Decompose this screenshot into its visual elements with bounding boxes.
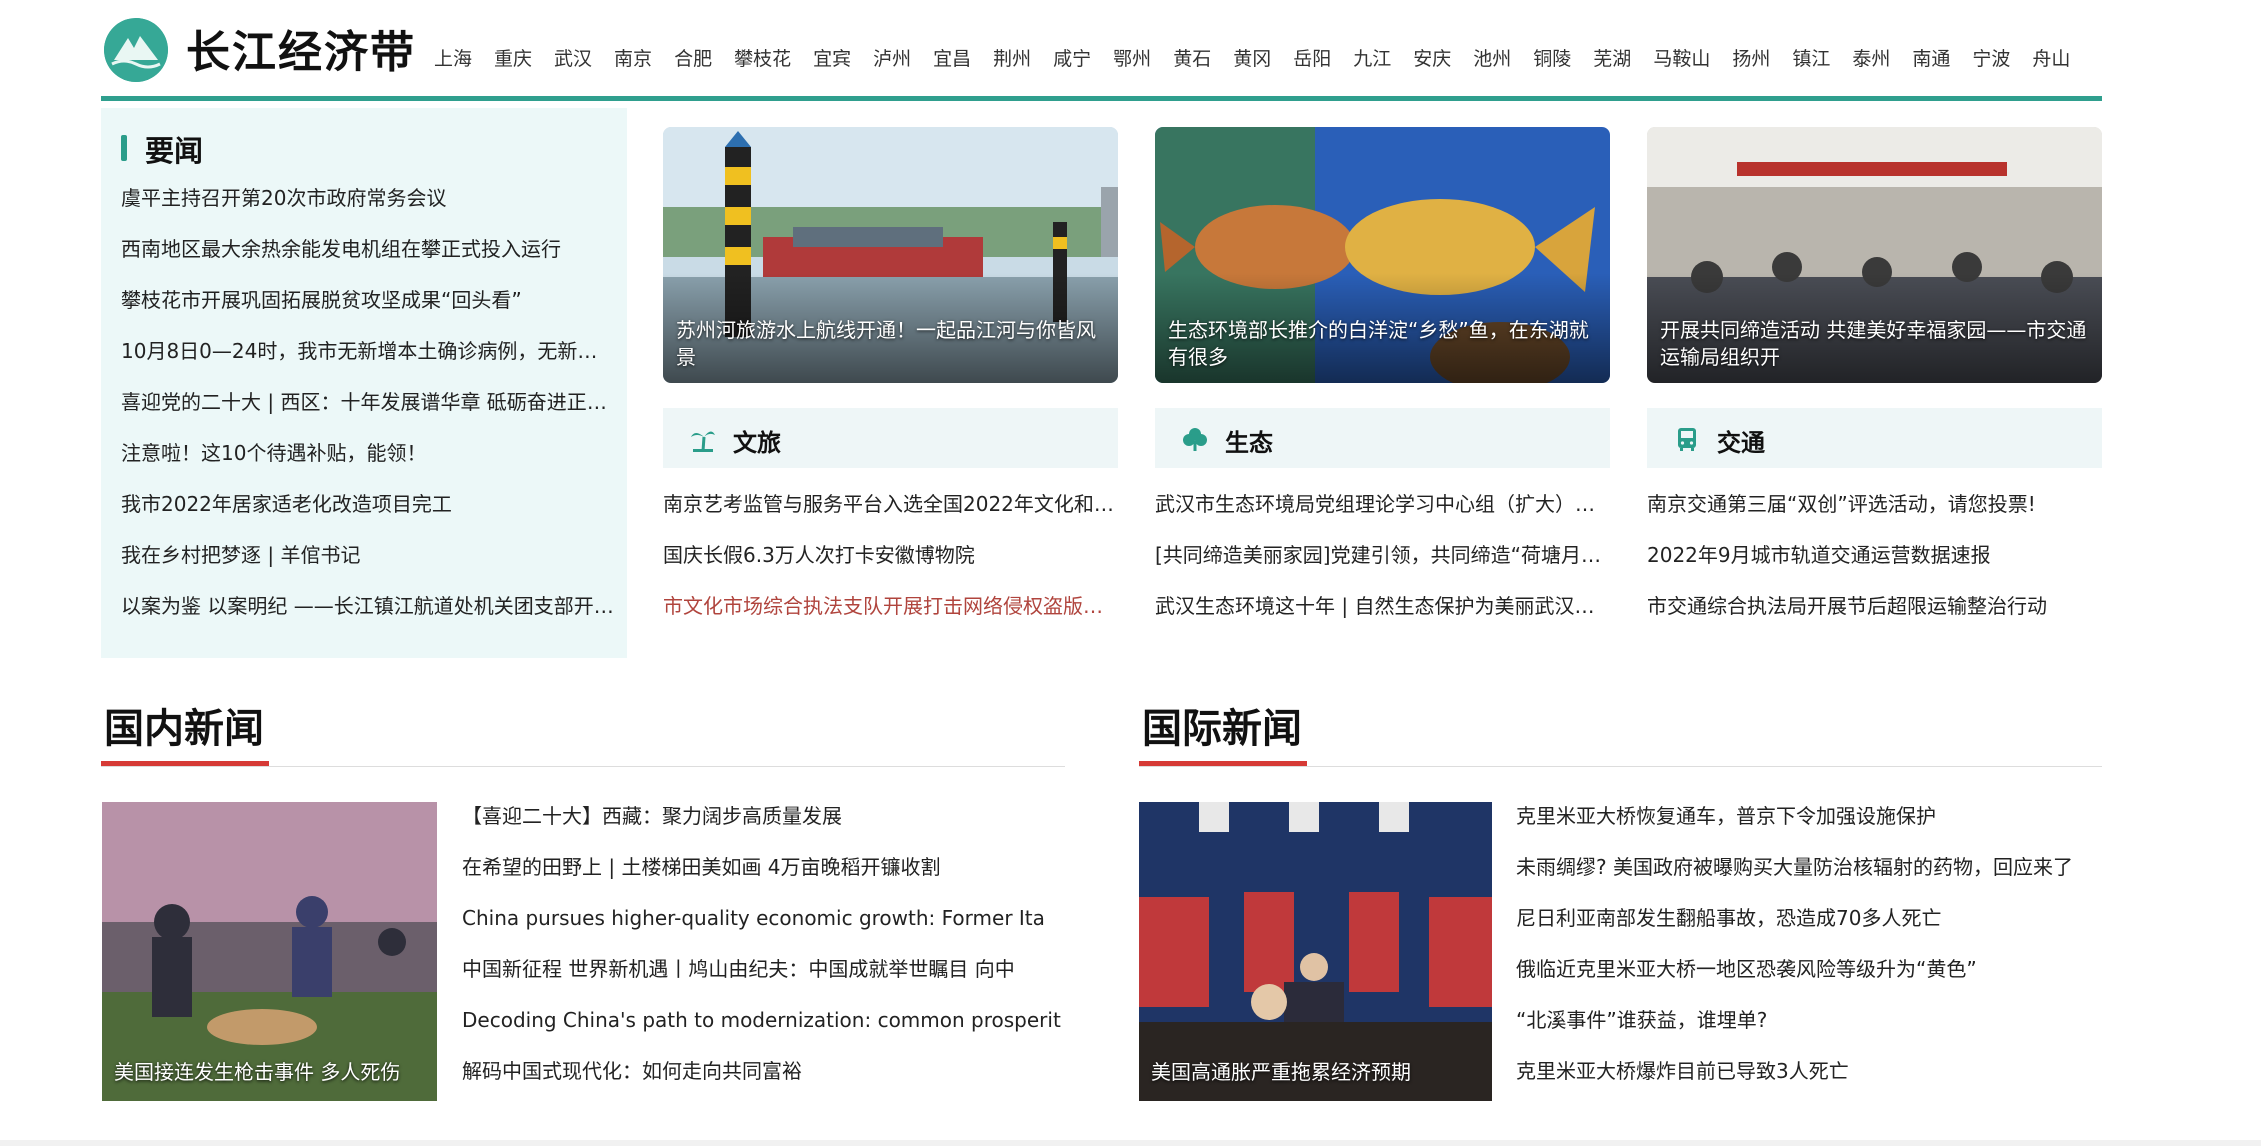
title-underline	[1139, 761, 1307, 766]
feature-caption[interactable]: 生态环境部长推介的白洋淀“乡愁”鱼，在东湖就有很多	[1168, 317, 1597, 371]
city-link[interactable]: 鄂州	[1113, 44, 1151, 71]
headline-item[interactable]: 攀枝花市开展巩固拓展脱贫攻坚成果“回头看”	[121, 286, 617, 337]
list-item[interactable]: 中国新征程 世界新机遇丨鸠山由纪夫：中国成就举世瞩目 向中	[462, 955, 1062, 1006]
site-title[interactable]: 长江经济带	[186, 16, 416, 80]
bus-icon	[1678, 428, 1696, 451]
city-link[interactable]: 镇江	[1792, 44, 1830, 71]
feature-caption[interactable]: 开展共同缔造活动 共建美好幸福家园——市交通运输局组织开	[1660, 317, 2089, 371]
city-link[interactable]: 泰州	[1852, 44, 1890, 71]
city-link[interactable]: 黄石	[1173, 44, 1211, 71]
city-link[interactable]: 重庆	[494, 44, 532, 71]
list-item[interactable]: 市交通综合执法局开展节后超限运输整治行动	[1647, 592, 2102, 643]
feature-caption[interactable]: 苏州河旅游水上航线开通！一起品江河与你皆风景	[676, 317, 1105, 371]
city-link[interactable]: 南通	[1912, 44, 1950, 71]
city-link[interactable]: 合肥	[674, 44, 712, 71]
header-divider	[101, 96, 2102, 101]
ecology-list: 武汉市生态环境局党组理论学习中心组（扩大）学习会 [共同缔造美丽家园]党建引领，…	[1155, 490, 1610, 643]
list-item[interactable]: 在希望的田野上 | 土楼梯田美如画 4万亩晚稻开镰收割	[462, 853, 1062, 904]
city-link[interactable]: 南京	[614, 44, 652, 71]
list-item[interactable]: 2022年9月城市轨道交通运营数据速报	[1647, 541, 2102, 592]
list-item[interactable]: 尼日利亚南部发生翻船事故，恐造成70多人死亡	[1516, 904, 2102, 955]
city-link[interactable]: 宜宾	[813, 44, 851, 71]
title-underline	[101, 761, 269, 766]
city-link[interactable]: 九江	[1353, 44, 1391, 71]
city-link[interactable]: 黄冈	[1233, 44, 1271, 71]
site-logo[interactable]	[104, 18, 168, 82]
international-news-title[interactable]: 国际新闻	[1142, 696, 1302, 754]
city-link[interactable]: 咸宁	[1053, 44, 1091, 71]
headline-item[interactable]: 虞平主持召开第20次市政府常务会议	[121, 184, 617, 235]
international-news-list: 克里米亚大桥恢复通车，普京下令加强设施保护 未雨绸缪? 美国政府被曝购买大量防治…	[1516, 802, 2102, 1108]
list-item[interactable]: 市文化市场综合执法支队开展打击网络侵权盗版专项行动	[663, 592, 1118, 643]
headline-item[interactable]: 以案为鉴 以案明纪 ——长江镇江航道处机关团支部开展警示教育	[121, 592, 617, 643]
city-link[interactable]: 攀枝花	[734, 44, 791, 71]
section-label: 文旅	[733, 429, 781, 457]
city-link[interactable]: 武汉	[554, 44, 592, 71]
city-link[interactable]: 铜陵	[1533, 44, 1571, 71]
list-item[interactable]: “北溪事件”谁获益，谁埋单?	[1516, 1006, 2102, 1057]
city-link[interactable]: 芜湖	[1593, 44, 1631, 71]
photo-caption[interactable]: 美国接连发生枪击事件 多人死伤	[114, 1056, 400, 1085]
headline-item[interactable]: 西南地区最大余热余能发电机组在攀正式投入运行	[121, 235, 617, 286]
photo-caption[interactable]: 美国高通胀严重拖累经济预期	[1151, 1056, 1411, 1085]
city-link[interactable]: 宜昌	[933, 44, 971, 71]
city-nav: 上海 重庆 武汉 南京 合肥 攀枝花 宜宾 泸州 宜昌 荆州 咸宁 鄂州 黄石 …	[434, 44, 2092, 71]
list-item[interactable]: 克里米亚大桥恢复通车，普京下令加强设施保护	[1516, 802, 2102, 853]
headline-item[interactable]: 10月8日0—24时，我市无新增本土确诊病例，无新增本土无症状感染者	[121, 337, 617, 388]
list-item[interactable]: 南京艺考监管与服务平台入选全国2022年文化和旅游信息化发展典型案例	[663, 490, 1118, 541]
headline-item[interactable]: 我在乡村把梦逐 | 羊倌书记	[121, 541, 617, 592]
domestic-news-title[interactable]: 国内新闻	[104, 696, 264, 754]
headline-item[interactable]: 喜迎党的二十大 | 西区：十年发展谱华章 砥砺奋进正当时	[121, 388, 617, 439]
mountain-logo-icon	[104, 18, 168, 82]
culture-tourism-list: 南京艺考监管与服务平台入选全国2022年文化和旅游信息化发展典型案例 国庆长假6…	[663, 490, 1118, 643]
feature-card-fish[interactable]: 生态环境部长推介的白洋淀“乡愁”鱼，在东湖就有很多	[1155, 127, 1610, 383]
list-item[interactable]: 武汉市生态环境局党组理论学习中心组（扩大）学习会	[1155, 490, 1610, 541]
palm-tree-icon	[691, 431, 715, 452]
headline-list: 虞平主持召开第20次市政府常务会议 西南地区最大余热余能发电机组在攀正式投入运行…	[121, 184, 617, 643]
section-ecology[interactable]: 生态	[1155, 408, 1610, 468]
headline-title: 要闻	[145, 134, 204, 168]
list-item[interactable]: China pursues higher-quality economic gr…	[462, 904, 1062, 955]
section-culture-tourism[interactable]: 文旅	[663, 408, 1118, 468]
headline-item[interactable]: 我市2022年居家适老化改造项目完工	[121, 490, 617, 541]
feature-card-meeting[interactable]: 开展共同缔造活动 共建美好幸福家园——市交通运输局组织开	[1647, 127, 2102, 383]
headline-panel: 要闻 虞平主持召开第20次市政府常务会议 西南地区最大余热余能发电机组在攀正式投…	[101, 108, 627, 658]
city-link[interactable]: 上海	[434, 44, 472, 71]
city-link[interactable]: 泸州	[873, 44, 911, 71]
divider	[1139, 766, 2102, 767]
list-item[interactable]: Decoding China's path to modernization: …	[462, 1006, 1062, 1057]
city-link[interactable]: 舟山	[2032, 44, 2070, 71]
list-item[interactable]: 武汉生态环境这十年 | 自然生态保护为美丽武汉铸就生态底色	[1155, 592, 1610, 643]
list-item[interactable]: 未雨绸缪? 美国政府被曝购买大量防治核辐射的药物，回应来了	[1516, 853, 2102, 904]
list-item[interactable]: 【喜迎二十大】西藏：聚力阔步高质量发展	[462, 802, 1062, 853]
city-link[interactable]: 马鞍山	[1653, 44, 1710, 71]
feature-card-river[interactable]: 苏州河旅游水上航线开通！一起品江河与你皆风景	[663, 127, 1118, 383]
section-marker	[121, 135, 127, 161]
city-link[interactable]: 安庆	[1413, 44, 1451, 71]
section-label: 交通	[1717, 429, 1765, 457]
list-item[interactable]: 俄临近克里米亚大桥一地区恐袭风险等级升为“黄色”	[1516, 955, 2102, 1006]
list-item[interactable]: 解码中国式现代化：如何走向共同富裕	[462, 1057, 1062, 1108]
list-item[interactable]: 国庆长假6.3万人次打卡安徽博物院	[663, 541, 1118, 592]
footer-divider	[0, 1140, 2261, 1146]
section-label: 生态	[1225, 429, 1273, 457]
list-item[interactable]: 克里米亚大桥爆炸目前已导致3人死亡	[1516, 1057, 2102, 1108]
divider	[101, 766, 1065, 767]
city-link[interactable]: 荆州	[993, 44, 1031, 71]
city-link[interactable]: 池州	[1473, 44, 1511, 71]
city-link[interactable]: 岳阳	[1293, 44, 1331, 71]
headline-item[interactable]: 注意啦！这10个待遇补贴，能领！	[121, 439, 617, 490]
domestic-news-list: 【喜迎二十大】西藏：聚力阔步高质量发展 在希望的田野上 | 土楼梯田美如画 4万…	[462, 802, 1062, 1108]
section-transport[interactable]: 交通	[1647, 408, 2102, 468]
domestic-photo[interactable]: 美国接连发生枪击事件 多人死伤	[102, 802, 437, 1101]
transport-list: 南京交通第三届“双创”评选活动，请您投票! 2022年9月城市轨道交通运营数据速…	[1647, 490, 2102, 643]
city-link[interactable]: 宁波	[1972, 44, 2010, 71]
list-item[interactable]: 南京交通第三届“双创”评选活动，请您投票!	[1647, 490, 2102, 541]
tree-icon	[1183, 428, 1207, 451]
international-photo[interactable]: 美国高通胀严重拖累经济预期	[1139, 802, 1492, 1101]
city-link[interactable]: 扬州	[1732, 44, 1770, 71]
list-item[interactable]: [共同缔造美丽家园]党建引领，共同缔造“荷塘月色”	[1155, 541, 1610, 592]
